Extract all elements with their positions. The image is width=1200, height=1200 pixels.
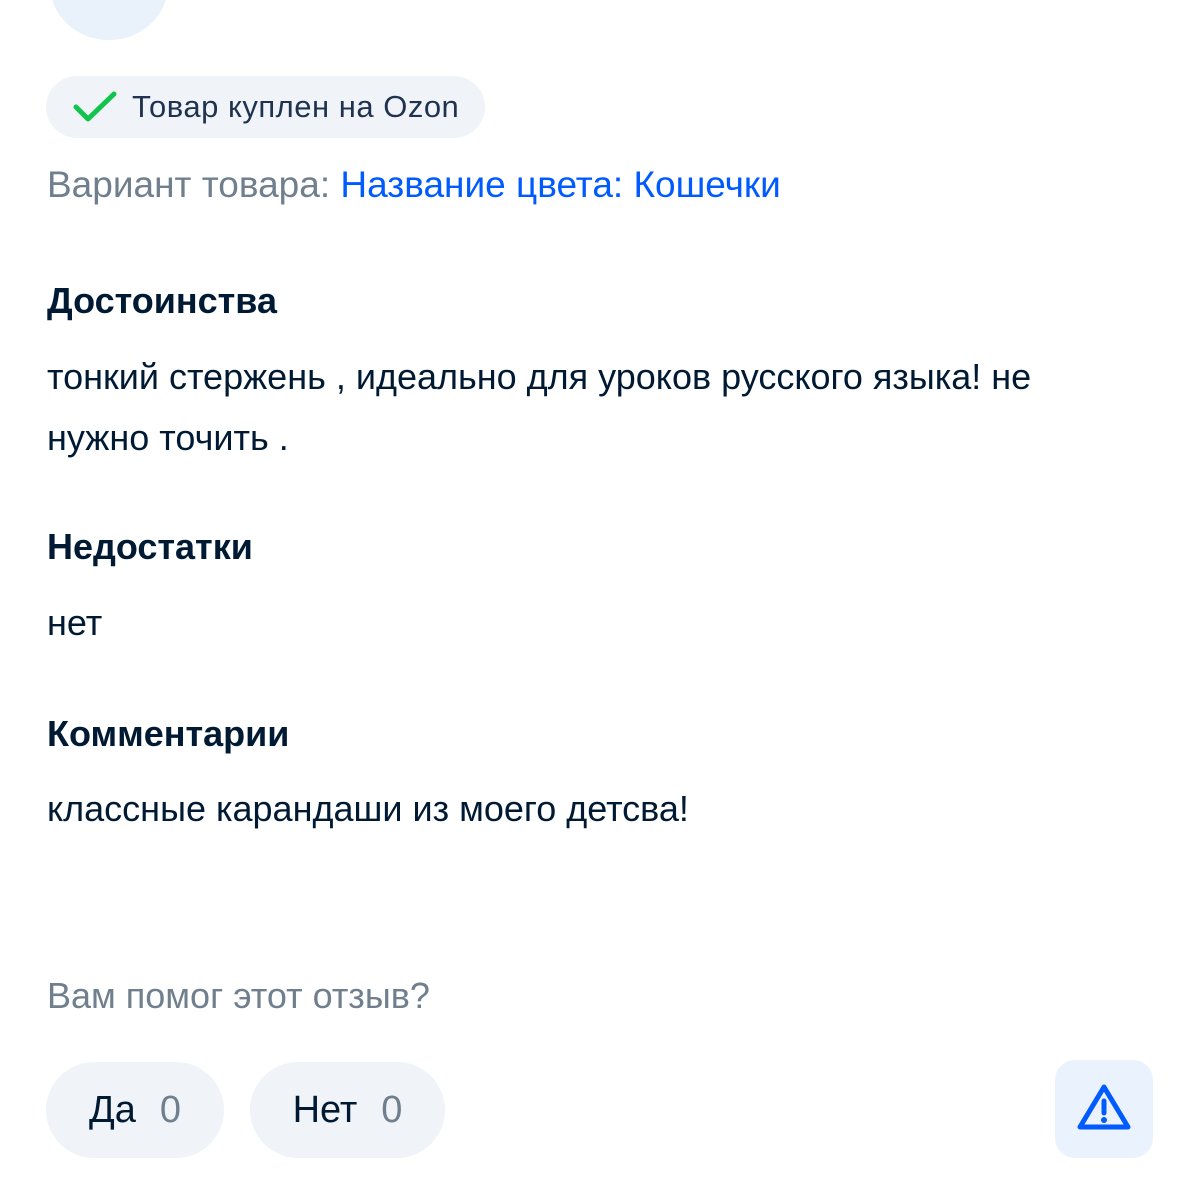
cons-text: нет — [47, 602, 103, 643]
pros-text: тонкий стержень , идеально для уроков ру… — [47, 356, 1032, 458]
helpful-question: Вам помог этот отзыв? — [47, 975, 430, 1016]
yes-count: 0 — [159, 1088, 181, 1131]
purchased-badge: Товар куплен на Ozon — [46, 76, 486, 138]
helpful-no-button[interactable]: Нет 0 — [250, 1062, 445, 1158]
product-variant: Вариант товара: Название цвета: Кошечки — [47, 164, 781, 206]
variant-label: Вариант товара: — [47, 164, 331, 205]
avatar — [50, 0, 168, 40]
no-count: 0 — [381, 1088, 403, 1131]
no-label: Нет — [292, 1088, 358, 1131]
helpful-yes-button[interactable]: Да 0 — [46, 1062, 224, 1158]
cons-title: Недостатки — [47, 526, 253, 567]
report-button[interactable] — [1055, 1060, 1153, 1158]
checkmark-icon — [72, 90, 118, 124]
comments-text: классные карандаши из моего детсва! — [47, 788, 689, 829]
yes-label: Да — [88, 1088, 136, 1131]
comments-title: Комментарии — [47, 713, 290, 754]
warning-triangle-icon — [1076, 1082, 1132, 1137]
variant-value-link[interactable]: Название цвета: Кошечки — [340, 164, 780, 205]
purchased-badge-text: Товар куплен на Ozon — [132, 89, 460, 124]
review-card: Товар куплен на Ozon Вариант товара: Наз… — [0, 0, 1200, 1200]
pros-title: Достоинства — [47, 280, 277, 321]
